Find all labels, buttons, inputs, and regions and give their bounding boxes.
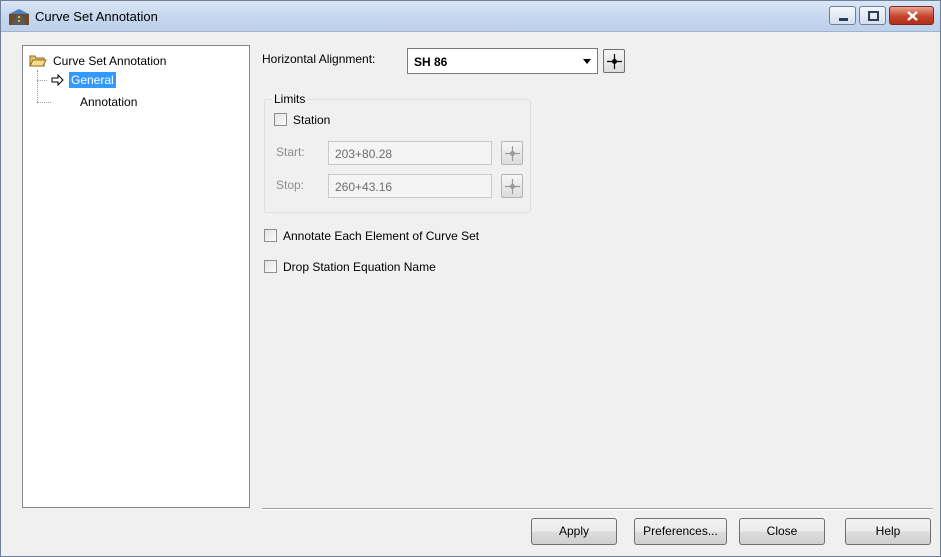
close-window-button[interactable]	[889, 6, 934, 25]
horizontal-alignment-dropdown[interactable]: SH 86	[407, 48, 598, 74]
preferences-button[interactable]: Preferences...	[634, 518, 727, 545]
dialog-window: Curve Set Annotation Curve Set Annotatio…	[0, 0, 941, 557]
navigation-tree[interactable]: Curve Set Annotation General Annotation	[22, 45, 250, 508]
pick-start-button[interactable]	[501, 141, 523, 165]
station-checkbox[interactable]	[274, 113, 287, 126]
help-button[interactable]: Help	[845, 518, 931, 545]
horizontal-alignment-value: SH 86	[414, 55, 448, 69]
tree-item-general-label: General	[69, 72, 116, 88]
stop-label: Stop:	[276, 178, 305, 192]
title-bar[interactable]: Curve Set Annotation	[1, 1, 940, 32]
start-label: Start:	[276, 145, 305, 159]
chevron-down-icon	[583, 59, 591, 64]
limits-group-title: Limits	[272, 92, 308, 106]
open-folder-icon	[29, 55, 47, 67]
annotate-each-element-label: Annotate Each Element of Curve Set	[283, 229, 480, 243]
annotate-each-element-checkbox[interactable]	[264, 229, 277, 242]
pick-alignment-button[interactable]	[603, 49, 625, 73]
alignment-app-icon	[9, 7, 29, 25]
maximize-button[interactable]	[859, 6, 886, 25]
tree-item-annotation[interactable]: Annotation	[80, 95, 137, 109]
tree-root-label: Curve Set Annotation	[53, 54, 167, 68]
window-title: Curve Set Annotation	[35, 9, 158, 24]
station-label: Station	[293, 113, 331, 127]
maximize-icon	[868, 11, 879, 21]
minimize-icon	[839, 18, 848, 21]
button-separator	[262, 508, 933, 510]
close-icon	[907, 11, 918, 21]
crosshair-icon	[505, 146, 520, 161]
start-station-field[interactable]: 203+80.28	[328, 141, 492, 165]
crosshair-icon	[607, 54, 622, 69]
tree-connector	[37, 80, 47, 81]
tree-connector	[37, 70, 38, 102]
close-button[interactable]: Close	[739, 518, 825, 545]
pick-stop-button[interactable]	[501, 174, 523, 198]
drop-station-equation-label: Drop Station Equation Name	[283, 260, 436, 274]
drop-station-equation-checkbox[interactable]	[264, 260, 277, 273]
arrow-right-icon	[51, 74, 64, 86]
crosshair-icon	[505, 179, 520, 194]
tree-connector	[37, 102, 51, 103]
stop-station-field[interactable]: 260+43.16	[328, 174, 492, 198]
apply-button[interactable]: Apply	[531, 518, 617, 545]
minimize-button[interactable]	[829, 6, 856, 25]
horizontal-alignment-label: Horizontal Alignment:	[262, 52, 376, 66]
